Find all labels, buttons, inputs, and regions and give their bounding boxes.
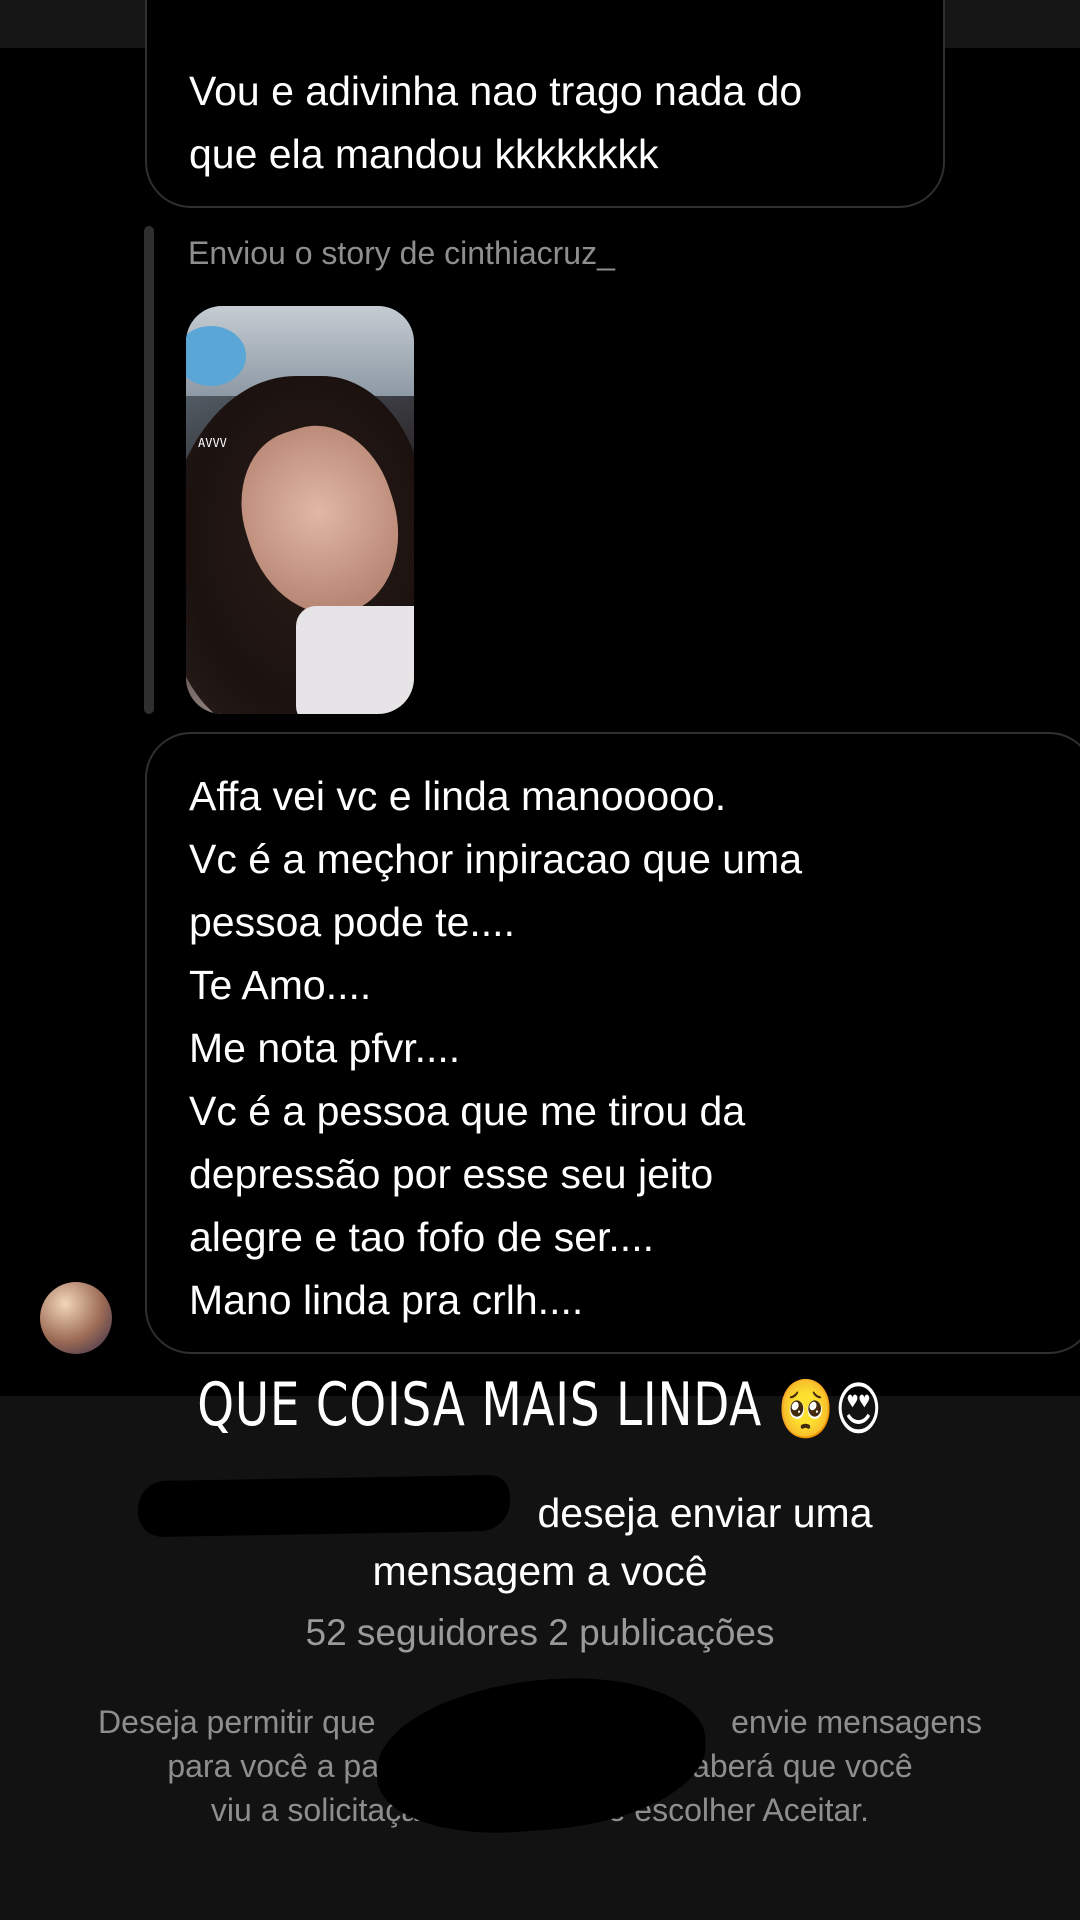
story-reply-bar xyxy=(144,226,154,714)
message-text: depressão por esse seu jeito xyxy=(189,1151,714,1197)
message-text: Me nota pfvr.... xyxy=(189,1025,461,1071)
request-title-text: deseja enviar uma xyxy=(537,1490,873,1536)
story-thumbnail[interactable]: AVVV xyxy=(186,306,414,714)
story-overlay-caption: QUE COISA MAIS LINDA 🥺😍 xyxy=(119,1370,961,1444)
message-text: Affa vei vc e linda manooooo. xyxy=(189,773,727,819)
pleading-face-emoji-icon: 🥺 xyxy=(777,1375,835,1443)
message-text: Te Amo.... xyxy=(189,962,372,1008)
message-text: pessoa pode te.... xyxy=(189,899,515,945)
message-text: alegre e tao fofo de ser.... xyxy=(189,1214,654,1260)
heart-eyes-emoji-icon: 😍 xyxy=(834,1375,883,1443)
follower-post-counts: 52 seguidores 2 publicações xyxy=(305,1612,775,1653)
message-text: Vc é a meçhor inpiracao que uma xyxy=(189,836,803,882)
story-caption: Enviou o story de cinthiacruz_ xyxy=(188,235,615,271)
redaction-scribble xyxy=(137,1474,511,1538)
avatar[interactable] xyxy=(40,1282,112,1354)
message-text: que ela mandou kkkkkkkk xyxy=(189,131,659,177)
message-text: Vou e adivinha nao trago nada do xyxy=(189,68,803,114)
message-request-panel xyxy=(0,1396,1080,1920)
overlay-caption-text: QUE COISA MAIS LINDA xyxy=(197,1370,763,1440)
story-sticker-text: AVVV xyxy=(198,436,227,450)
request-title-line: mensagem a você xyxy=(372,1548,708,1594)
message-bubble[interactable]: Affa vei vc e linda manooooo. Vc é a meç… xyxy=(145,732,1080,1354)
story-photo-shirt xyxy=(296,606,414,714)
message-text: Vc é a pessoa que me tirou da xyxy=(189,1088,746,1134)
message-bubble[interactable]: Vou e adivinha nao trago nada do que ela… xyxy=(145,0,945,208)
message-text: Mano linda pra crlh.... xyxy=(189,1277,584,1323)
